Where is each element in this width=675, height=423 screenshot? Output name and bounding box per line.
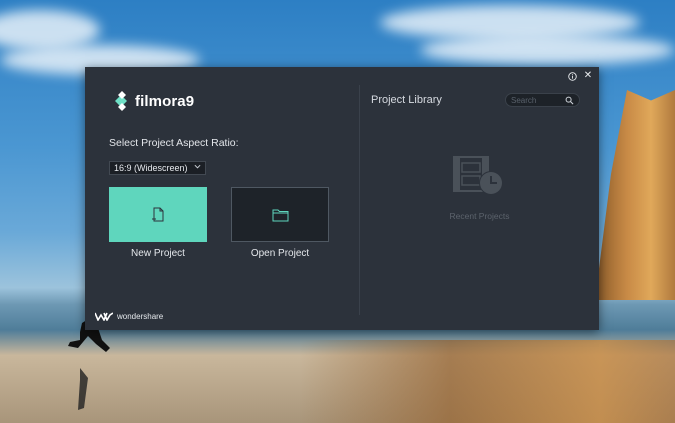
brand-name: wondershare: [117, 312, 164, 321]
app-logo: filmora9: [115, 91, 194, 111]
aspect-ratio-select[interactable]: 16:9 (Widescreen): [109, 161, 206, 175]
reflection: [300, 340, 675, 423]
aspect-ratio-label: Select Project Aspect Ratio:: [109, 137, 239, 149]
project-library-title: Project Library: [371, 94, 442, 106]
folder-icon: [272, 209, 288, 221]
new-project-button[interactable]: [109, 187, 207, 242]
filmora-start-dialog: ✕ filmora9 Select Project Aspect Ratio: …: [85, 67, 599, 330]
aspect-ratio-value: 16:9 (Widescreen): [114, 163, 188, 173]
wondershare-brand: wondershare: [95, 312, 163, 321]
start-pane: filmora9 Select Project Aspect Ratio: 16…: [85, 67, 359, 330]
open-project-button[interactable]: [231, 187, 329, 242]
new-file-icon: [152, 207, 164, 221]
film-clock-icon: [453, 156, 503, 195]
recent-projects-label: Recent Projects: [449, 211, 510, 221]
open-project-label[interactable]: Open Project: [231, 248, 329, 259]
project-library-pane: Project Library Recent Projects: [360, 67, 599, 330]
search-box[interactable]: [505, 93, 580, 107]
search-icon[interactable]: [565, 96, 574, 105]
runner-silhouette: [68, 318, 110, 410]
new-project-label[interactable]: New Project: [109, 248, 207, 259]
wondershare-logo-icon: [95, 312, 113, 321]
filmora-logo-icon: [115, 91, 127, 111]
search-input[interactable]: [511, 95, 563, 105]
chevron-down-icon: [194, 163, 201, 172]
cliff: [595, 90, 675, 300]
app-name: filmora9: [135, 92, 195, 110]
